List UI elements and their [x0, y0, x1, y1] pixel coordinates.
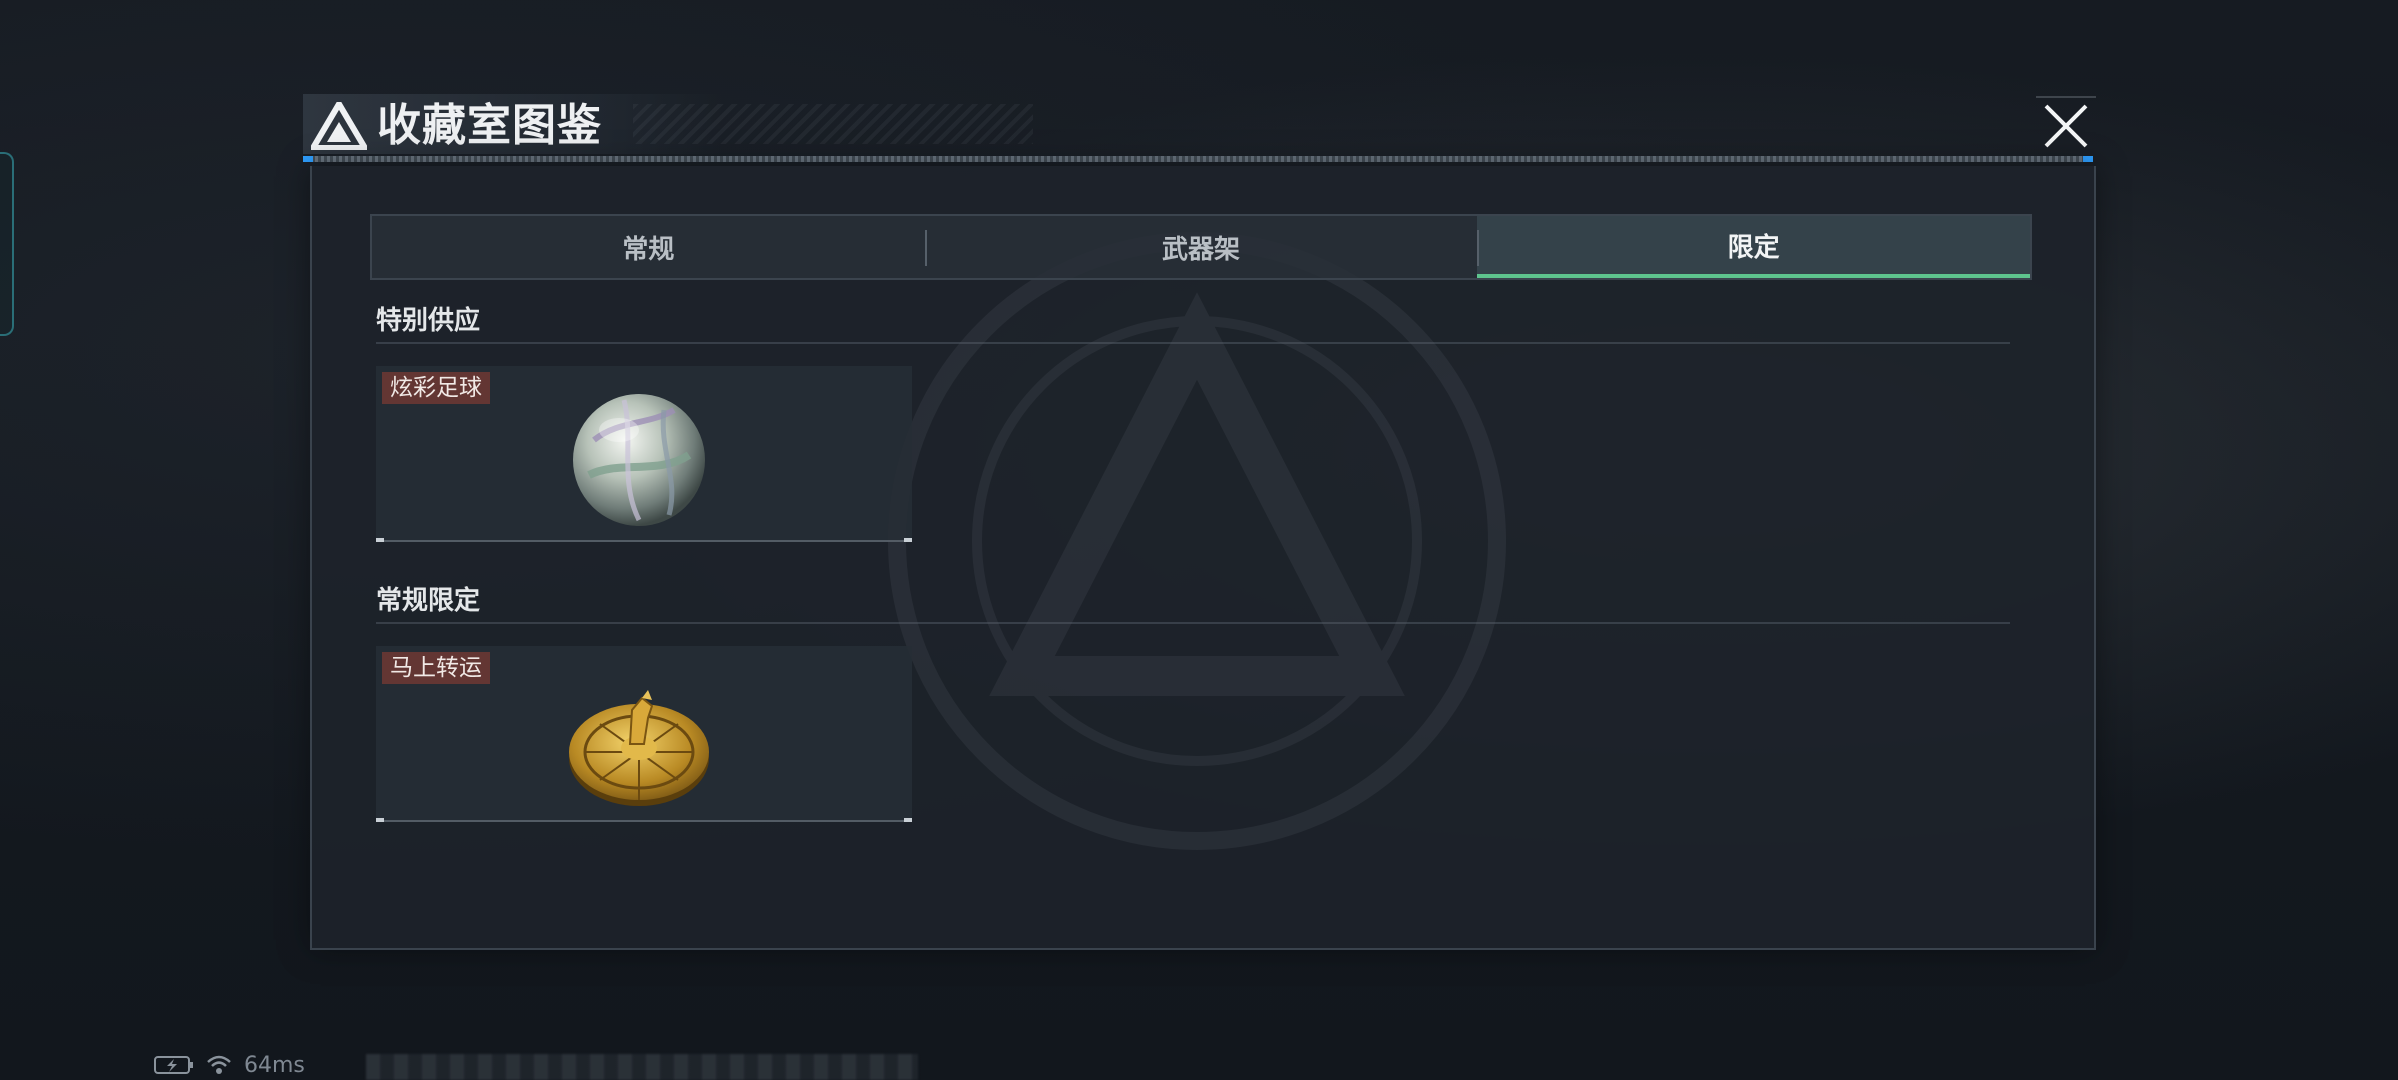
dialog-title: 收藏室图鉴: [377, 100, 602, 151]
section-title-special-supply: 特别供应: [376, 306, 481, 336]
tab-regular[interactable]: 常规: [372, 216, 925, 278]
delta-logo-icon: [311, 102, 367, 150]
item-name-tag: 炫彩足球: [382, 372, 490, 404]
wifi-icon: [207, 1055, 231, 1074]
section-divider: [376, 622, 2010, 624]
category-tabs: 常规 武器架 限定: [370, 214, 2032, 280]
watermark-emblem-icon: [888, 232, 1506, 850]
section-divider: [376, 342, 2010, 344]
tab-limited[interactable]: 限定: [1477, 216, 2031, 278]
blurred-info-strip: [366, 1054, 918, 1080]
collection-item-card[interactable]: 炫彩足球: [376, 366, 912, 542]
ping-readout: 64ms: [244, 1052, 305, 1078]
header-divider: [303, 156, 2093, 162]
battery-charging-icon: [154, 1056, 193, 1074]
section-title-regular-limited: 常规限定: [376, 586, 481, 616]
item-name-tag: 马上转运: [382, 652, 490, 684]
iridescent-football-icon: [573, 394, 705, 526]
collection-item-card[interactable]: 马上转运: [376, 646, 912, 822]
golden-horse-disc-icon: [569, 690, 709, 806]
collection-panel: 常规 武器架 限定 特别供应 炫彩足球 常规限定 马上转运: [310, 166, 2096, 950]
close-button[interactable]: [2036, 96, 2096, 156]
tab-weapon-rack[interactable]: 武器架: [924, 216, 1478, 278]
dialog-header: 收藏室图鉴: [303, 88, 2103, 162]
close-icon: [2044, 104, 2088, 148]
side-drawer-handle[interactable]: [0, 152, 14, 336]
status-bar: 64ms: [154, 1050, 305, 1080]
